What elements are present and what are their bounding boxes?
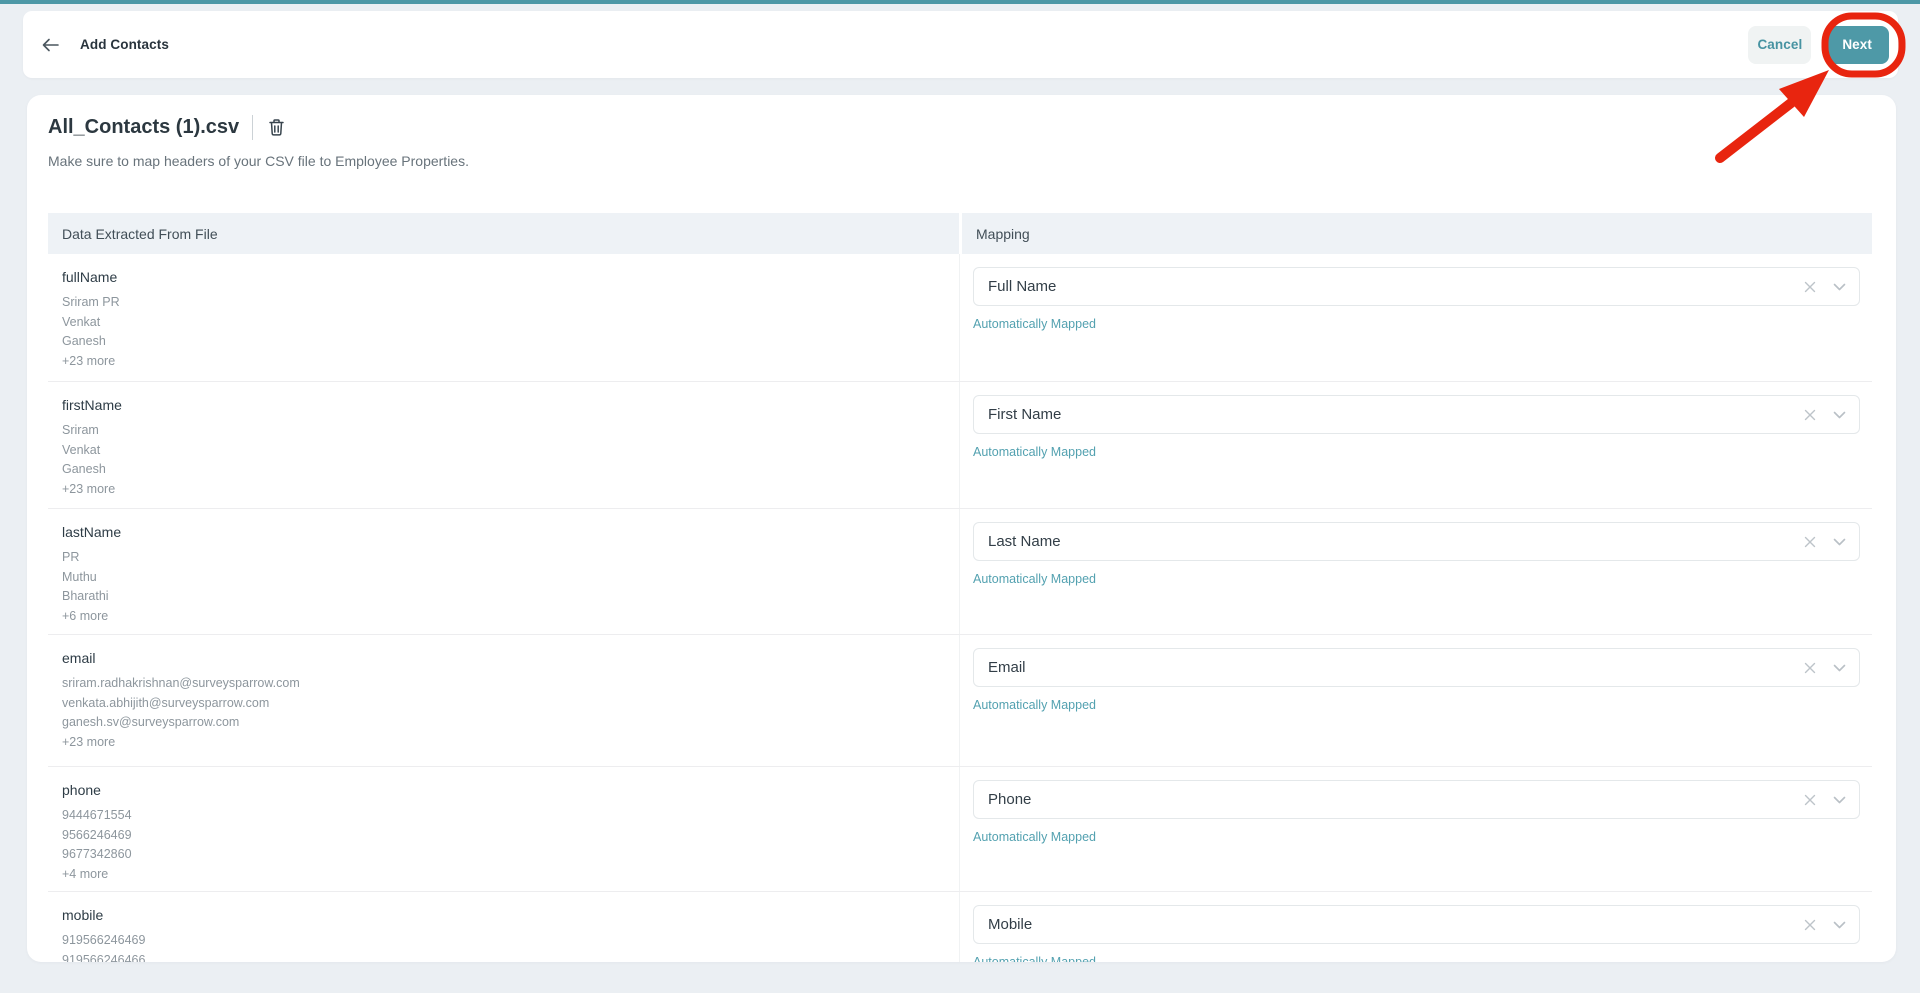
mapping-select-value: Phone bbox=[988, 791, 1804, 808]
clear-icon[interactable] bbox=[1804, 536, 1816, 548]
mapping-select[interactable]: Last Name bbox=[973, 522, 1860, 561]
cancel-button[interactable]: Cancel bbox=[1748, 26, 1811, 64]
sample-value: Bharathi bbox=[62, 587, 121, 607]
extracted-data-cell: fullName Sriram PR Venkat Ganesh +23 mor… bbox=[62, 267, 120, 371]
file-name: All_Contacts (1).csv bbox=[48, 114, 239, 140]
auto-mapped-label: Automatically Mapped bbox=[973, 698, 1860, 712]
extracted-data-cell: mobile 919566246469 919566246466 bbox=[62, 905, 145, 962]
sample-value: Sriram bbox=[62, 421, 122, 441]
more-count: +4 more bbox=[62, 865, 132, 885]
chevron-down-icon[interactable] bbox=[1833, 796, 1846, 804]
more-count: +23 more bbox=[62, 352, 120, 372]
clear-icon[interactable] bbox=[1804, 794, 1816, 806]
clear-icon[interactable] bbox=[1804, 409, 1816, 421]
sample-value: Ganesh bbox=[62, 332, 120, 352]
mapping-cell: Mobile Automatically Mapped bbox=[973, 905, 1860, 962]
trash-icon bbox=[269, 119, 284, 136]
mapping-select-value: First Name bbox=[988, 406, 1804, 423]
mapping-select-value: Mobile bbox=[988, 916, 1804, 933]
instruction-text: Make sure to map headers of your CSV fil… bbox=[48, 153, 469, 169]
table-row-lastname: lastName PR Muthu Bharathi +6 more Last … bbox=[48, 509, 1872, 635]
sample-value: Ganesh bbox=[62, 460, 122, 480]
sample-value: 9444671554 bbox=[62, 806, 132, 826]
more-count: +23 more bbox=[62, 733, 300, 753]
clear-icon[interactable] bbox=[1804, 919, 1816, 931]
sample-value: Muthu bbox=[62, 568, 121, 588]
mapping-select[interactable]: Full Name bbox=[973, 267, 1860, 306]
mapping-select-value: Email bbox=[988, 659, 1804, 676]
mapping-select[interactable]: Email bbox=[973, 648, 1860, 687]
sample-value: 9677342860 bbox=[62, 845, 132, 865]
mapping-select[interactable]: Phone bbox=[973, 780, 1860, 819]
table-row-firstname: firstName Sriram Venkat Ganesh +23 more … bbox=[48, 382, 1872, 509]
csv-mapping-card: All_Contacts (1).csv Make sure to map he… bbox=[27, 95, 1896, 962]
sample-value: venkata.abhijith@surveysparrow.com bbox=[62, 694, 300, 714]
chevron-down-icon[interactable] bbox=[1833, 283, 1846, 291]
more-count: +6 more bbox=[62, 607, 121, 627]
table-header: Data Extracted From File Mapping bbox=[48, 213, 1872, 254]
auto-mapped-label: Automatically Mapped bbox=[973, 955, 1860, 962]
extracted-data-cell: lastName PR Muthu Bharathi +6 more bbox=[62, 522, 121, 626]
auto-mapped-label: Automatically Mapped bbox=[973, 830, 1860, 844]
table-row-email: email sriram.radhakrishnan@surveysparrow… bbox=[48, 635, 1872, 767]
column-header-mapping: Mapping bbox=[962, 213, 1872, 254]
clear-icon[interactable] bbox=[1804, 662, 1816, 674]
auto-mapped-label: Automatically Mapped bbox=[973, 572, 1860, 586]
extracted-data-cell: firstName Sriram Venkat Ganesh +23 more bbox=[62, 395, 122, 499]
chevron-down-icon[interactable] bbox=[1833, 411, 1846, 419]
csv-field-name: lastName bbox=[62, 522, 121, 543]
delete-file-button[interactable] bbox=[264, 115, 288, 139]
top-bar: Add Contacts Cancel Next bbox=[23, 11, 1898, 78]
sample-value: Venkat bbox=[62, 441, 122, 461]
extracted-data-cell: phone 9444671554 9566246469 9677342860 +… bbox=[62, 780, 132, 884]
mapping-select[interactable]: First Name bbox=[973, 395, 1860, 434]
file-header: All_Contacts (1).csv bbox=[48, 114, 288, 140]
clear-icon[interactable] bbox=[1804, 281, 1816, 293]
sample-value: 919566246466 bbox=[62, 951, 145, 963]
sample-value: ganesh.sv@surveysparrow.com bbox=[62, 713, 300, 733]
csv-field-name: email bbox=[62, 648, 300, 669]
chevron-down-icon[interactable] bbox=[1833, 538, 1846, 546]
chevron-down-icon[interactable] bbox=[1833, 664, 1846, 672]
sample-value: sriram.radhakrishnan@surveysparrow.com bbox=[62, 674, 300, 694]
mapping-select[interactable]: Mobile bbox=[973, 905, 1860, 944]
mapping-select-value: Last Name bbox=[988, 533, 1804, 550]
csv-field-name: mobile bbox=[62, 905, 145, 926]
sample-value: Sriram PR bbox=[62, 293, 120, 313]
mapping-select-value: Full Name bbox=[988, 278, 1804, 295]
more-count: +23 more bbox=[62, 480, 122, 500]
divider bbox=[252, 115, 253, 140]
arrow-left-icon bbox=[42, 38, 59, 52]
table-row-mobile: mobile 919566246469 919566246466 Mobile … bbox=[48, 892, 1872, 962]
sample-value: 9566246469 bbox=[62, 826, 132, 846]
csv-field-name: fullName bbox=[62, 267, 120, 288]
table-row-phone: phone 9444671554 9566246469 9677342860 +… bbox=[48, 767, 1872, 892]
auto-mapped-label: Automatically Mapped bbox=[973, 317, 1860, 331]
sample-value: Venkat bbox=[62, 313, 120, 333]
page-title: Add Contacts bbox=[80, 37, 169, 52]
mapping-cell: Email Automatically Mapped bbox=[973, 648, 1860, 712]
mapping-cell: First Name Automatically Mapped bbox=[973, 395, 1860, 459]
next-button[interactable]: Next bbox=[1825, 26, 1889, 64]
csv-field-name: firstName bbox=[62, 395, 122, 416]
sample-value: 919566246469 bbox=[62, 931, 145, 951]
sample-value: PR bbox=[62, 548, 121, 568]
mapping-cell: Last Name Automatically Mapped bbox=[973, 522, 1860, 586]
mapping-cell: Full Name Automatically Mapped bbox=[973, 267, 1860, 331]
table-row-fullname: fullName Sriram PR Venkat Ganesh +23 mor… bbox=[48, 254, 1872, 382]
auto-mapped-label: Automatically Mapped bbox=[973, 445, 1860, 459]
csv-field-name: phone bbox=[62, 780, 132, 801]
mapping-cell: Phone Automatically Mapped bbox=[973, 780, 1860, 844]
brand-accent-bar bbox=[0, 0, 1920, 4]
extracted-data-cell: email sriram.radhakrishnan@surveysparrow… bbox=[62, 648, 300, 752]
back-button[interactable] bbox=[33, 28, 67, 62]
column-header-data-extracted: Data Extracted From File bbox=[48, 213, 959, 254]
chevron-down-icon[interactable] bbox=[1833, 921, 1846, 929]
table-body: fullName Sriram PR Venkat Ganesh +23 mor… bbox=[48, 254, 1872, 962]
